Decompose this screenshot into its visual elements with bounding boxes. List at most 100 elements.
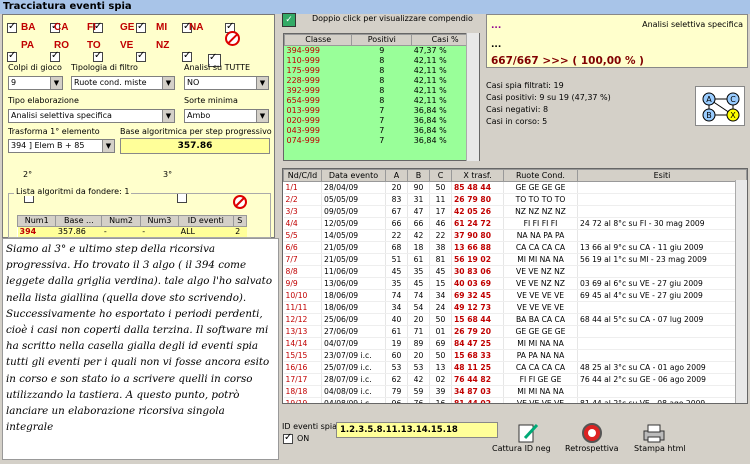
class-row[interactable]: 228-999 8 42,11 % — [285, 76, 479, 86]
retrospettiva-label[interactable]: Retrospettiva — [565, 444, 619, 453]
class-row[interactable]: 175-999 8 42,11 % — [285, 66, 479, 76]
tipo-elaborazione-select[interactable]: Analisi selettiva specifica ▼ — [8, 109, 175, 123]
events-header[interactable]: X trasf. — [451, 169, 504, 182]
events-row[interactable]: 11/11 18/06/09 34 54 24 49 12 73 VE VE VE VE — [283, 301, 747, 314]
class-row[interactable]: 394-999 9 47,37 % — [285, 46, 479, 57]
events-cell: 04/07/09 — [321, 337, 386, 350]
algo-header: ID eventi — [178, 215, 234, 227]
cattura-icon[interactable] — [506, 422, 552, 445]
wheel-ve-checkbox[interactable] — [136, 50, 146, 62]
on-checkbox[interactable] — [283, 432, 293, 444]
tipologia-label: Tipologia di filtro — [71, 63, 138, 72]
events-header[interactable]: A — [385, 169, 408, 182]
events-cell: 84 47 25 — [451, 337, 504, 350]
algo-header: S — [232, 215, 248, 227]
events-row[interactable]: 3/3 09/05/09 67 47 17 42 05 26 NZ NZ NZ NZ — [283, 205, 747, 218]
events-cell: 26 79 80 — [451, 193, 504, 206]
events-row[interactable]: 12/12 25/06/09 40 20 50 15 68 44 BA BA CA CA 68… — [283, 313, 747, 326]
algo-table: Num1 Base ... Num2 Num3 ID eventi S 394 357.86… — [16, 215, 248, 237]
tipologia-select[interactable]: Ruote cond. miste ▼ — [71, 76, 175, 90]
cattura-label[interactable]: Cattura ID neg — [492, 444, 551, 453]
analisi-tutte-select[interactable]: NO ▼ — [184, 76, 269, 90]
events-header[interactable]: B — [407, 169, 430, 182]
events-row[interactable]: 1/1 28/04/09 20 90 50 85 48 44 GE GE GE GE — [283, 181, 747, 194]
events-row[interactable]: 10/10 18/06/09 74 74 34 69 32 45 VE VE VE VE 69… — [283, 289, 747, 302]
wheel-ve-label: VE — [120, 40, 134, 51]
events-row[interactable]: 17/17 28/07/09 i.c. 62 42 02 76 44 82 FI FI GE… — [283, 373, 747, 386]
events-cell: 74 — [385, 289, 408, 302]
events-row[interactable]: 7/7 21/05/09 51 61 81 56 19 02 MI MI NA NA 56 1… — [283, 253, 747, 266]
remove-algo-icon[interactable] — [233, 195, 247, 209]
class-row[interactable]: 013-999 7 36,84 % — [285, 106, 479, 116]
node-x-label: X — [730, 111, 736, 120]
events-header[interactable]: Esiti — [577, 169, 747, 182]
wheel-to-checkbox[interactable] — [93, 50, 103, 62]
abcx-diagram: A B C X — [695, 86, 745, 126]
abcx-diagram-svg: A B C X — [702, 92, 740, 122]
colpi-label: Colpi di gioco — [8, 63, 62, 72]
events-row[interactable]: 15/15 23/07/09 i.c. 60 20 50 15 68 33 PA PA NA… — [283, 349, 747, 362]
trasforma-select[interactable]: 394 ] Elem B + 85 ▼ — [8, 139, 115, 153]
events-cell: 68 44 al 5°c su CA - 07 lug 2009 — [577, 313, 747, 326]
class-row[interactable]: 654-999 8 42,11 % — [285, 96, 479, 106]
events-header[interactable]: Nd/C/Id — [283, 169, 322, 182]
colpi-select[interactable]: 9 ▼ — [8, 76, 63, 90]
retrospettiva-icon[interactable] — [578, 422, 606, 445]
printer-icon[interactable] — [640, 422, 668, 445]
events-cell: MI MI NA NA — [503, 253, 578, 266]
events-cell: GE GE GE GE — [503, 181, 578, 194]
events-cell: 21/05/09 — [321, 241, 386, 254]
events-cell: 35 — [385, 277, 408, 290]
events-row[interactable]: 2/2 05/05/09 83 31 11 26 79 80 TO TO TO TO — [283, 193, 747, 206]
sorte-minima-select[interactable]: Ambo ▼ — [184, 109, 269, 123]
events-cell: 69 45 al 4°c su VE - 27 giu 2009 — [577, 289, 747, 302]
events-row[interactable]: 14/14 04/07/09 19 89 69 84 47 25 MI MI NA NA — [283, 337, 747, 350]
events-row[interactable]: 18/18 04/08/09 i.c. 79 59 39 34 87 03 MI MI NA… — [283, 385, 747, 398]
chk-2-label: 2° — [23, 170, 33, 179]
events-cell: 45 — [429, 265, 452, 278]
events-row[interactable]: 5/5 14/05/09 22 42 22 37 90 80 NA NA PA PA — [283, 229, 747, 242]
events-cell: 48 25 al 3°c su CA - 01 ago 2009 — [577, 361, 747, 374]
events-cell: 24 — [429, 301, 452, 314]
compendio-icon[interactable]: ✓ — [282, 13, 296, 27]
class-row[interactable]: 110-999 8 42,11 % — [285, 56, 479, 66]
events-header[interactable]: Data evento — [321, 169, 386, 182]
events-row[interactable]: 19/19 04/08/09 i.c. 96 76 16 81 44 02 VE VE VE… — [283, 397, 747, 403]
events-table-scrollbar[interactable] — [735, 180, 747, 403]
class-row[interactable]: 074-999 7 36,84 % — [285, 136, 479, 146]
clear-icon[interactable] — [225, 31, 240, 46]
events-cell: 46 — [429, 217, 452, 230]
class-table-scrollbar[interactable] — [466, 33, 479, 161]
wheel-nz-checkbox[interactable] — [182, 50, 192, 62]
events-cell: 3/3 — [283, 205, 322, 218]
events-header[interactable]: C — [429, 169, 452, 182]
events-cell — [577, 301, 747, 314]
events-cell: 34 — [385, 301, 408, 314]
events-cell: 51 — [385, 253, 408, 266]
algo-header: Num2 — [101, 215, 141, 227]
events-row[interactable]: 9/9 13/06/09 35 45 15 40 03 69 VE VE NZ NZ 03 6… — [283, 277, 747, 290]
events-cell: VE VE VE VE — [503, 397, 578, 403]
class-row[interactable]: 392-999 8 42,11 % — [285, 86, 479, 96]
events-row[interactable]: 4/4 12/05/09 66 66 46 61 24 72 FI FI FI FI 24 7… — [283, 217, 747, 230]
events-row[interactable]: 13/13 27/06/09 61 71 01 26 79 20 GE GE GE GE — [283, 325, 747, 338]
events-row[interactable]: 8/8 11/06/09 45 35 45 30 83 06 VE VE NZ NZ — [283, 265, 747, 278]
algo-header: Num1 — [16, 215, 57, 227]
settings-panel: BA CA FI GE MI NA PA RO TO VE NZ Colpi di gioco 9… — [2, 14, 308, 238]
class-cell: 7 — [379, 136, 385, 145]
class-row[interactable]: 043-999 7 36,84 % — [285, 126, 479, 136]
events-row[interactable]: 6/6 21/05/09 68 18 38 13 66 88 CA CA CA CA 13 6… — [283, 241, 747, 254]
events-header[interactable]: Ruote Cond. — [503, 169, 578, 182]
wheel-ge-checkbox[interactable] — [136, 21, 146, 33]
wheel-ro-checkbox[interactable] — [50, 50, 60, 62]
events-cell: 09/05/09 — [321, 205, 386, 218]
events-row[interactable]: 16/16 25/07/09 i.c. 53 53 13 48 11 25 CA CA CA… — [283, 361, 747, 374]
stampa-label[interactable]: Stampa html — [634, 444, 686, 453]
events-cell: 61 — [385, 325, 408, 338]
events-cell: 04/08/09 i.c. — [321, 397, 386, 403]
wheel-pa-checkbox[interactable] — [7, 50, 17, 62]
events-cell: 9/9 — [283, 277, 322, 290]
wheel-ba-checkbox[interactable] — [7, 21, 17, 33]
id-eventi-input[interactable]: 1.2.3.5.8.11.13.14.15.18 — [336, 422, 498, 438]
class-row[interactable]: 020-999 7 36,84 % — [285, 116, 479, 126]
